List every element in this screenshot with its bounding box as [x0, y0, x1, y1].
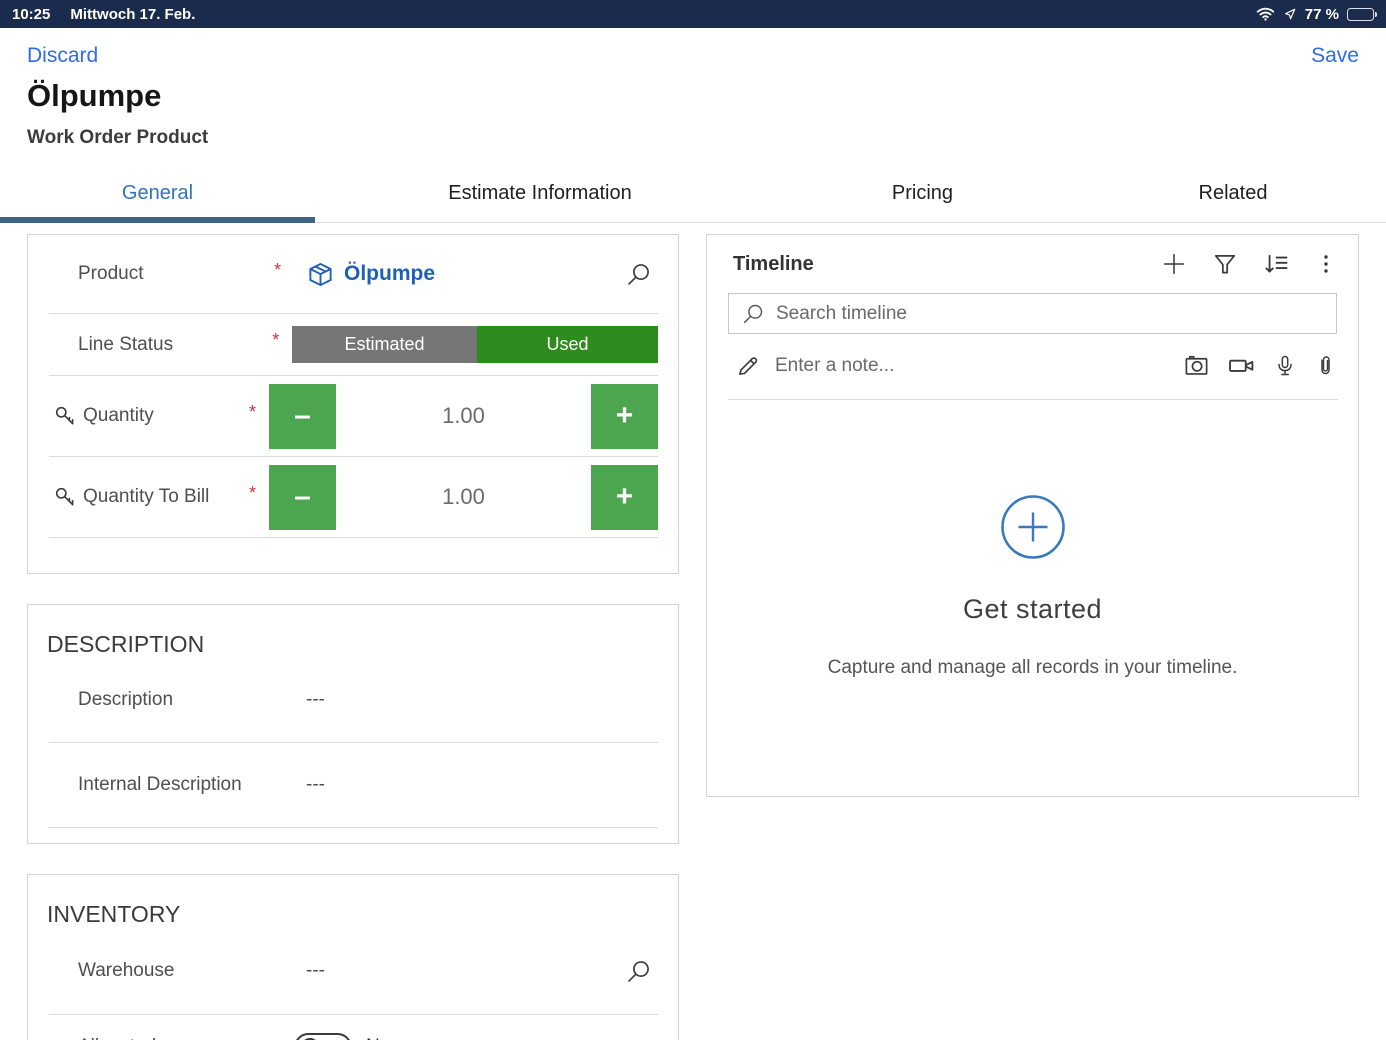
app-bar: Discard Save — [0, 28, 1386, 68]
quantity-field-row: Quantity * – 1.00 + — [28, 376, 678, 456]
tab-related[interactable]: Related — [1080, 165, 1386, 222]
timeline-empty-state: Get started Capture and manage all recor… — [707, 400, 1358, 679]
required-asterisk: * — [249, 402, 269, 423]
product-label: Product — [78, 263, 274, 285]
warehouse-search-icon[interactable] — [625, 958, 652, 985]
quantity-decrement-button[interactable]: – — [269, 384, 336, 449]
get-started-add-icon[interactable] — [1000, 494, 1066, 560]
product-cube-icon — [307, 261, 334, 288]
timeline-note-row — [707, 334, 1358, 399]
save-button[interactable]: Save — [1311, 44, 1359, 68]
timeline-sort-icon[interactable] — [1262, 250, 1290, 278]
timeline-title: Timeline — [733, 253, 1160, 276]
wifi-icon — [1256, 7, 1275, 21]
required-asterisk: * — [274, 260, 294, 281]
pencil-icon — [735, 353, 761, 379]
discard-button[interactable]: Discard — [27, 44, 98, 68]
line-status-label: Line Status — [78, 334, 272, 356]
warehouse-field-row: Warehouse --- — [28, 928, 678, 1014]
allocated-toggle[interactable] — [294, 1033, 352, 1040]
key-icon — [53, 404, 83, 428]
internal-description-label: Internal Description — [78, 774, 274, 796]
required-asterisk: * — [249, 483, 269, 504]
timeline-add-icon[interactable] — [1160, 250, 1188, 278]
inventory-section-card: INVENTORY Warehouse --- Allocated — [27, 874, 679, 1040]
description-section-heading: DESCRIPTION — [28, 605, 678, 658]
video-camera-icon[interactable] — [1227, 351, 1256, 380]
timeline-header: Timeline — [707, 235, 1358, 293]
status-time: 10:25 — [12, 6, 50, 23]
product-lookup-value[interactable]: Ölpumpe — [294, 261, 435, 288]
allocated-label: Allocated — [78, 1036, 274, 1040]
page-title: Ölpumpe — [0, 68, 1386, 114]
timeline-panel: Timeline — [706, 234, 1359, 797]
description-section-card: DESCRIPTION Description --- Internal Des… — [27, 604, 679, 844]
quantity-to-bill-increment-button[interactable]: + — [591, 465, 658, 530]
description-value[interactable]: --- — [294, 689, 325, 711]
timeline-search-box — [728, 293, 1337, 334]
timeline-note-input[interactable] — [775, 355, 1169, 377]
line-status-option-estimated[interactable]: Estimated — [292, 326, 477, 363]
quantity-increment-button[interactable]: + — [591, 384, 658, 449]
description-field-row: Description --- — [28, 658, 678, 742]
key-icon — [53, 485, 83, 509]
quantity-to-bill-value[interactable]: 1.00 — [336, 484, 591, 510]
internal-description-value[interactable]: --- — [294, 774, 325, 796]
allocated-field-row: Allocated No — [28, 1015, 678, 1040]
timeline-search-input[interactable] — [776, 303, 1324, 325]
general-form-card: Product * Ölpumpe — [27, 234, 679, 574]
description-label: Description — [78, 689, 274, 711]
location-arrow-icon — [1283, 7, 1297, 21]
get-started-caption: Capture and manage all records in your t… — [707, 657, 1358, 679]
line-status-option-used[interactable]: Used — [477, 326, 658, 363]
status-bar: 10:25 Mittwoch 17. Feb. 77 % — [0, 0, 1386, 28]
quantity-to-bill-label: Quantity To Bill — [83, 486, 249, 508]
required-asterisk: * — [272, 330, 292, 351]
attachment-icon[interactable] — [1314, 354, 1337, 377]
line-status-field-row: Line Status * Estimated Used — [28, 314, 678, 375]
tab-estimate-information[interactable]: Estimate Information — [315, 165, 765, 222]
battery-icon — [1347, 8, 1374, 21]
status-date: Mittwoch 17. Feb. — [70, 6, 195, 23]
product-link-text: Ölpumpe — [344, 262, 435, 286]
tab-bar: General Estimate Information Pricing Rel… — [0, 165, 1386, 223]
product-field-row: Product * Ölpumpe — [28, 235, 678, 313]
tab-pricing[interactable]: Pricing — [765, 165, 1080, 222]
quantity-label: Quantity — [83, 405, 249, 427]
timeline-more-icon[interactable] — [1314, 252, 1338, 276]
microphone-icon[interactable] — [1273, 354, 1297, 378]
tab-general[interactable]: General — [0, 165, 315, 222]
timeline-filter-icon[interactable] — [1212, 251, 1238, 277]
camera-icon[interactable] — [1183, 352, 1210, 379]
product-search-icon[interactable] — [625, 261, 652, 288]
quantity-to-bill-decrement-button[interactable]: – — [269, 465, 336, 530]
warehouse-label: Warehouse — [78, 960, 274, 982]
content-area: Product * Ölpumpe — [0, 223, 1386, 1032]
page-subtitle: Work Order Product — [0, 114, 1386, 149]
warehouse-value[interactable]: --- — [294, 960, 325, 982]
quantity-value[interactable]: 1.00 — [336, 403, 591, 429]
inventory-section-heading: INVENTORY — [28, 875, 678, 928]
search-icon — [741, 302, 765, 326]
quantity-to-bill-field-row: Quantity To Bill * – 1.00 + — [28, 457, 678, 537]
internal-description-field-row: Internal Description --- — [28, 743, 678, 827]
get-started-title: Get started — [707, 594, 1358, 625]
battery-percent: 77 % — [1305, 6, 1339, 23]
allocated-toggle-state: No — [366, 1036, 390, 1040]
work-order-product-page: 10:25 Mittwoch 17. Feb. 77 % Discard — [0, 0, 1386, 1040]
